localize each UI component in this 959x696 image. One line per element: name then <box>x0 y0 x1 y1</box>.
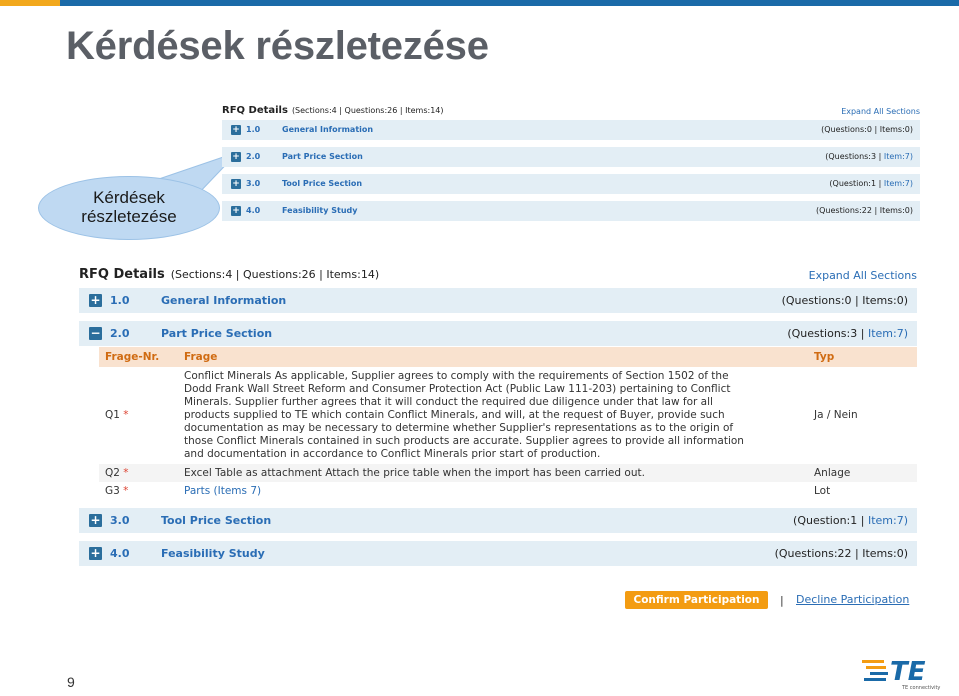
question-number: Q2 * <box>99 464 184 482</box>
small-section-row[interactable]: + 1.0 General Information (Questions:0 |… <box>222 120 920 140</box>
small-section-row[interactable]: + 2.0 Part Price Section (Questions:3 | … <box>222 147 920 167</box>
section-name[interactable]: General Information <box>282 125 373 134</box>
section-counts: (Questions:0 | Items:0) <box>821 125 913 134</box>
question-text: Excel Table as attachment Attach the pri… <box>184 464 814 482</box>
expand-plus-icon[interactable]: + <box>89 514 102 527</box>
small-rfq-panel: RFQ Details (Sections:4 | Questions:26 | … <box>222 102 920 228</box>
small-expand-all-link[interactable]: Expand All Sections <box>841 107 920 116</box>
callout-line-2: részletezése <box>81 207 177 226</box>
small-section-row[interactable]: + 4.0 Feasibility Study (Questions:22 | … <box>222 201 920 221</box>
confirm-participation-button[interactable]: Confirm Participation <box>625 591 768 609</box>
section-row-2[interactable]: − 2.0 Part Price Section (Questions:3 | … <box>79 321 917 346</box>
section-counts: (Questions:3 | Item:7) <box>787 327 908 340</box>
section-name[interactable]: Tool Price Section <box>161 514 271 527</box>
section-name[interactable]: General Information <box>161 294 286 307</box>
table-row: G3 * Parts (Items 7) Lot <box>99 482 917 500</box>
expand-plus-icon[interactable]: + <box>231 206 241 216</box>
question-text: Conflict Minerals As applicable, Supplie… <box>184 370 744 460</box>
table-header-row: Frage-Nr. Frage Typ <box>99 347 917 367</box>
section-row-4[interactable]: + 4.0 Feasibility Study (Questions:22 | … <box>79 541 917 566</box>
expand-plus-icon[interactable]: + <box>231 152 241 162</box>
section-name[interactable]: Tool Price Section <box>282 179 362 188</box>
col-header-frage-nr: Frage-Nr. <box>99 347 184 367</box>
section-number: 2.0 <box>246 152 261 161</box>
section-counts: (Questions:22 | Items:0) <box>815 206 913 215</box>
section-name[interactable]: Part Price Section <box>282 152 363 161</box>
section-counts: (Questions:22 | Items:0) <box>774 547 908 560</box>
section-number: 1.0 <box>246 125 261 134</box>
question-type: Ja / Nein <box>814 409 858 421</box>
section-name[interactable]: Feasibility Study <box>161 547 265 560</box>
col-header-frage: Frage <box>184 347 814 367</box>
top-accent-bar <box>0 0 60 6</box>
question-number: G3 * <box>105 485 129 497</box>
section-number: 3.0 <box>246 179 261 188</box>
te-logo-icon: TE TE connectivity <box>862 657 940 691</box>
table-row: Q1 * Conflict Minerals As applicable, Su… <box>99 367 917 464</box>
section-number: 4.0 <box>110 547 130 560</box>
section-number: 1.0 <box>110 294 130 307</box>
small-rfq-title: RFQ Details (Sections:4 | Questions:26 | … <box>222 105 444 116</box>
callout-line-1: Kérdések <box>93 188 165 207</box>
section-row-3[interactable]: + 3.0 Tool Price Section (Question:1 | I… <box>79 508 917 533</box>
decline-participation-link[interactable]: Decline Participation <box>796 593 909 606</box>
expand-plus-icon[interactable]: + <box>231 125 241 135</box>
question-type: Lot <box>814 485 831 497</box>
collapse-minus-icon[interactable]: − <box>89 327 102 340</box>
section-name[interactable]: Feasibility Study <box>282 206 357 215</box>
section-counts: (Question:1 | Item:7) <box>793 514 908 527</box>
section-number: 4.0 <box>246 206 261 215</box>
svg-text:TE: TE <box>890 657 926 687</box>
top-brand-bar <box>60 0 959 6</box>
section-row-1[interactable]: + 1.0 General Information (Questions:0 |… <box>79 288 917 313</box>
section-counts: (Questions:0 | Items:0) <box>781 294 908 307</box>
section-number: 2.0 <box>110 327 130 340</box>
expand-plus-icon[interactable]: + <box>231 179 241 189</box>
page-number: 9 <box>67 674 75 690</box>
section-number: 3.0 <box>110 514 130 527</box>
expand-plus-icon[interactable]: + <box>89 547 102 560</box>
big-rfq-counts: (Sections:4 | Questions:26 | Items:14) <box>170 268 380 281</box>
question-type: Anlage <box>814 464 917 482</box>
section-name[interactable]: Part Price Section <box>161 327 272 340</box>
question-number: Q1 * <box>105 409 129 421</box>
big-expand-all-link[interactable]: Expand All Sections <box>809 269 917 282</box>
slide-title: Kérdések részletezése <box>66 24 489 68</box>
big-rfq-panel: RFQ Details (Sections:4 | Questions:26 | … <box>79 262 917 566</box>
section-counts: (Questions:3 | Item:7) <box>825 152 913 161</box>
small-rfq-counts: (Sections:4 | Questions:26 | Items:14) <box>291 106 444 115</box>
separator: | <box>780 594 784 607</box>
small-section-row[interactable]: + 3.0 Tool Price Section (Question:1 | I… <box>222 174 920 194</box>
expand-plus-icon[interactable]: + <box>89 294 102 307</box>
logo-subtitle: TE connectivity <box>901 685 940 691</box>
section-counts: (Question:1 | Item:7) <box>829 179 913 188</box>
col-header-typ: Typ <box>814 347 917 367</box>
callout-bubble: Kérdések részletezése <box>38 176 220 240</box>
parts-link[interactable]: Parts (Items 7) <box>184 482 814 500</box>
table-row: Q2 * Excel Table as attachment Attach th… <box>99 464 917 482</box>
big-rfq-title: RFQ Details (Sections:4 | Questions:26 | … <box>79 267 380 282</box>
questions-table: Frage-Nr. Frage Typ Q1 * Conflict Minera… <box>99 347 917 500</box>
